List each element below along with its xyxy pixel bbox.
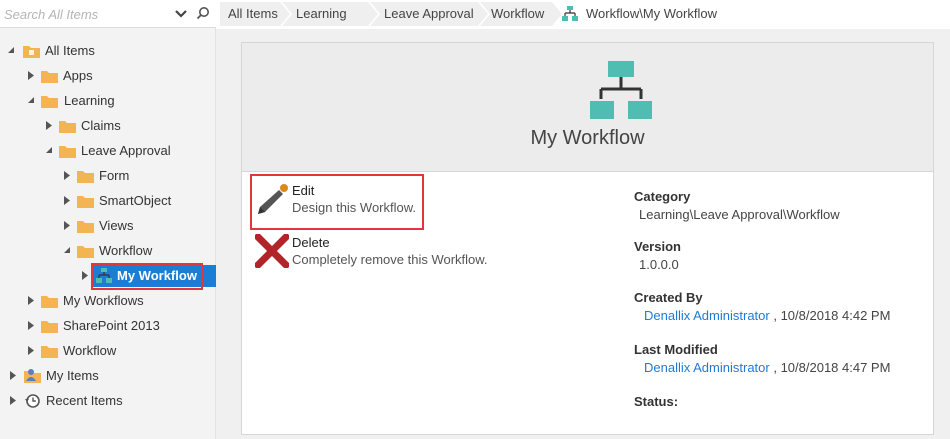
expand-arrow-icon[interactable] (9, 390, 19, 412)
workflow-icon (562, 6, 578, 21)
search-input[interactable] (4, 4, 164, 24)
tree-item-form[interactable]: Form (0, 165, 216, 187)
folder-icon (77, 243, 94, 259)
breadcrumb-leave-approval[interactable]: Leave Approval (370, 2, 490, 26)
tree-item-workflow-root[interactable]: Workflow (0, 340, 216, 362)
tree-item-learning[interactable]: Learning (0, 90, 216, 112)
clock-icon (24, 393, 41, 409)
highlight-box (91, 263, 203, 290)
highlight-box (250, 174, 424, 230)
folder-icon (41, 93, 58, 109)
tree-item-all-items[interactable]: All Items (0, 40, 216, 62)
breadcrumb-all-items[interactable]: All Items (220, 2, 292, 26)
modified-date: , 10/8/2018 4:47 PM (773, 360, 891, 375)
delete-title: Delete (292, 235, 330, 250)
tree-label: My Items (46, 368, 99, 383)
collapse-arrow-icon[interactable] (7, 40, 17, 62)
created-date: , 10/8/2018 4:42 PM (773, 308, 891, 323)
user-folder-icon (24, 368, 41, 384)
last-modified-label: Last Modified (634, 342, 718, 357)
breadcrumb-label: Leave Approval (384, 6, 474, 21)
expand-arrow-icon[interactable] (27, 340, 37, 362)
folder-icon (59, 143, 76, 159)
breadcrumb-label: All Items (228, 6, 278, 21)
category-value: Learning\Leave Approval\Workflow (639, 207, 840, 222)
tree-label: Workflow (99, 243, 153, 258)
card-header: My Workflow (242, 43, 933, 172)
collapse-arrow-icon[interactable] (63, 240, 73, 262)
collapse-arrow-icon[interactable] (45, 140, 55, 162)
expand-arrow-icon[interactable] (9, 365, 19, 387)
breadcrumb-learning[interactable]: Learning (282, 2, 380, 26)
version-value: 1.0.0.0 (639, 257, 679, 272)
expand-arrow-icon[interactable] (63, 215, 73, 237)
folder-icon (41, 68, 58, 84)
tree-item-apps[interactable]: Apps (0, 65, 216, 87)
expand-arrow-icon[interactable] (63, 190, 73, 212)
folder-icon (59, 118, 76, 134)
folder-icon (77, 193, 94, 209)
expand-arrow-icon[interactable] (63, 165, 73, 187)
folder-icon (41, 343, 58, 359)
tree-item-views[interactable]: Views (0, 215, 216, 237)
category-label: Category (634, 189, 691, 204)
last-modified-value: Denallix Administrator , 10/8/2018 4:47 … (644, 360, 890, 375)
folder-icon (41, 318, 58, 334)
tree-item-my-items[interactable]: My Items (0, 365, 216, 387)
delete-x-icon (255, 234, 289, 268)
tree-item-recent-items[interactable]: Recent Items (0, 390, 216, 412)
tree-item-workflow[interactable]: Workflow (0, 240, 216, 262)
tree-item-claims[interactable]: Claims (0, 115, 216, 137)
tree-label: All Items (45, 43, 95, 58)
tree-label: SmartObject (99, 193, 172, 208)
search-icon[interactable] (196, 6, 210, 20)
tree-label: Workflow (63, 343, 117, 358)
delete-action[interactable]: Delete Completely remove this Workflow. (250, 230, 590, 280)
expand-arrow-icon[interactable] (81, 265, 91, 287)
tree-panel: All Items Apps Learning Claims Leave App… (0, 0, 216, 439)
status-label: Status: (634, 394, 679, 409)
tree-label: Form (99, 168, 130, 183)
folder-home-icon (23, 43, 40, 59)
search-bar (0, 0, 216, 28)
folder-icon (77, 218, 94, 234)
breadcrumb-label: Workflow (491, 6, 545, 21)
breadcrumb-current-label: Workflow\My Workflow (586, 6, 717, 21)
folder-icon (41, 293, 58, 309)
expand-arrow-icon[interactable] (27, 290, 37, 312)
tree-item-my-workflows[interactable]: My Workflows (0, 290, 216, 312)
workflow-icon (590, 61, 652, 119)
tree-label: Apps (63, 68, 93, 83)
created-by-user-link[interactable]: Denallix Administrator (644, 308, 770, 323)
breadcrumb-workflow[interactable]: Workflow (480, 2, 564, 26)
tree-label: Learning (64, 93, 115, 108)
tree-label: Views (99, 218, 134, 233)
created-by-label: Created By (634, 290, 703, 305)
tree-label: SharePoint 2013 (63, 318, 160, 333)
tree-item-leave-approval[interactable]: Leave Approval (0, 140, 216, 162)
breadcrumb: All Items Learning Leave Approval Workfl… (220, 0, 950, 29)
delete-description: Completely remove this Workflow. (292, 252, 488, 267)
expand-arrow-icon[interactable] (27, 65, 37, 87)
tree-item-smartobject[interactable]: SmartObject (0, 190, 216, 212)
tree-label: Recent Items (46, 393, 123, 408)
expand-arrow-icon[interactable] (45, 115, 55, 137)
card-title: My Workflow (530, 127, 645, 149)
modified-by-user-link[interactable]: Denallix Administrator (644, 360, 770, 375)
chevron-down-icon[interactable] (174, 7, 188, 21)
item-card: My Workflow Edit Design this Workflow. D… (241, 42, 934, 435)
main-content: My Workflow Edit Design this Workflow. D… (216, 29, 950, 439)
folder-icon (77, 168, 94, 184)
tree-label: My Workflows (63, 293, 144, 308)
breadcrumb-label: Learning (296, 6, 347, 21)
expand-arrow-icon[interactable] (27, 315, 37, 337)
tree-label: Leave Approval (81, 143, 171, 158)
tree-label: Claims (81, 118, 121, 133)
version-label: Version (634, 239, 681, 254)
tree-item-sharepoint-2013[interactable]: SharePoint 2013 (0, 315, 216, 337)
collapse-arrow-icon[interactable] (27, 90, 37, 112)
created-by-value: Denallix Administrator , 10/8/2018 4:42 … (644, 308, 890, 323)
